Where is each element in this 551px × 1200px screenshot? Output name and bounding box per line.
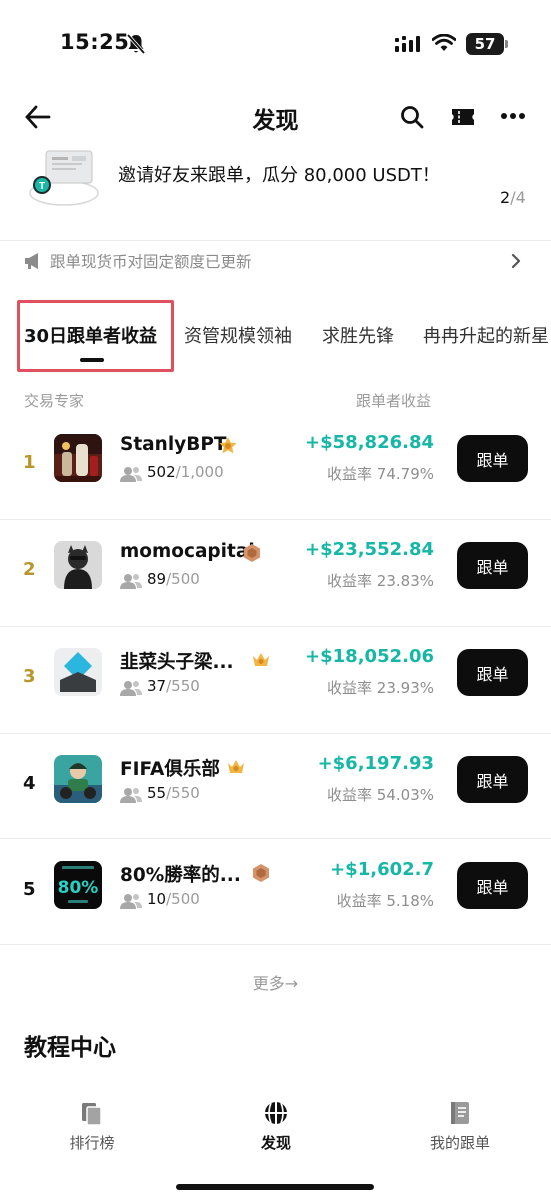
gold-star-badge-icon [219,437,237,454]
battery-nub [505,40,508,48]
home-indicator [176,1184,374,1190]
bell-off-icon [126,33,146,55]
gold-crown-badge-icon [253,653,269,666]
search-icon[interactable] [400,105,424,129]
rank-number: 5 [23,879,36,900]
nav-label: 发现 [260,1134,291,1152]
chevron-right-icon [511,253,521,269]
trader-name: momocapital [120,541,255,562]
banner-pagination: 2/4 [500,188,526,207]
copy-trade-button[interactable]: 跟单 [457,649,528,696]
leader-row[interactable]: 5 80% 80%勝率的... 10/500 +$1,602.7 收益率 5.1… [0,841,551,947]
follower-profit: +$18,052.06 [305,646,434,667]
avatar [54,434,102,482]
follower-count: 89/500 [147,570,200,588]
followers-icon [120,467,142,482]
nav-item-my-copy-trades[interactable]: 我的跟单 [400,1090,520,1153]
trader-name: 80%勝率的... [120,865,241,886]
return-rate: 收益率 23.93% [327,679,434,697]
copy-trade-button[interactable]: 跟单 [457,862,528,909]
followers-icon [120,788,142,803]
banner-illustration: T [29,150,99,206]
column-trader: 交易专家 [24,392,85,410]
avatar: 80% [54,861,102,909]
status-time: 15:25 [60,30,130,54]
svg-text:T: T [39,181,45,192]
avatar [54,541,102,589]
divider [0,519,551,520]
more-options-icon[interactable] [500,110,526,122]
more-link[interactable]: 更多→ [0,970,551,994]
divider [0,944,551,945]
nav-header: 发现 [0,96,551,142]
tab-aum-leaders[interactable]: 资管规模领袖 [184,322,292,348]
trader-name: FIFA俱乐部 [120,759,220,780]
divider [0,838,551,839]
bottom-nav: 排行榜 发现 我的跟单 [0,1090,551,1170]
ranking-tabs: 30日跟单者收益 资管规模领袖 求胜先锋 冉冉升起的新星 [0,300,551,372]
avatar-label: 80% [58,878,99,898]
nav-label: 我的跟单 [429,1134,490,1152]
trader-name: StanlyBPT [120,434,227,455]
tutorial-center-title: 教程中心 [24,1035,116,1061]
copy-trade-button[interactable]: 跟单 [457,435,528,482]
avatar [54,648,102,696]
rank-number: 3 [23,666,36,687]
wifi-icon [432,34,456,51]
follower-profit: +$58,826.84 [305,432,434,453]
nav-item-ranking[interactable]: 排行榜 [32,1090,152,1153]
bronze-badge-icon [244,544,260,562]
follower-count: 502/1,000 [147,463,224,481]
return-rate: 收益率 74.79% [327,465,434,483]
discover-icon [265,1102,287,1124]
my-copy-icon [451,1102,469,1124]
followers-icon [120,894,142,909]
divider [0,240,551,241]
active-tab-indicator [80,358,104,362]
leaderboard-column-header: 交易专家 跟单者收益 [0,390,551,412]
return-rate: 收益率 54.03% [327,786,434,804]
invite-banner[interactable]: T 邀请好友来跟单，瓜分 80,000 USDT！ 2/4 [0,145,551,215]
coupon-ticket-icon[interactable] [450,107,476,127]
cellular-signal-icon [395,36,420,52]
avatar [54,755,102,803]
column-follower-profit: 跟单者收益 [356,392,432,410]
copy-trade-button[interactable]: 跟单 [457,542,528,589]
banner-text: 邀请好友来跟单，瓜分 80,000 USDT！ [118,165,440,186]
battery-indicator: 57 [466,33,504,55]
return-rate: 收益率 5.18% [336,892,434,910]
follower-profit: +$23,552.84 [305,539,434,560]
leader-row[interactable]: 1 StanlyBPT 502/1,000 +$58,826.84 收益率 74… [0,414,551,520]
announcement-text: 跟单现货币对固定额度已更新 [50,253,252,271]
rank-number: 1 [23,452,36,473]
nav-label: 排行榜 [69,1134,115,1152]
leader-row[interactable]: 3 韭菜头子梁... 37/550 +$18,052.06 收益率 23.93%… [0,628,551,734]
follower-count: 55/550 [147,784,200,802]
tab-30d-follower-profit[interactable]: 30日跟单者收益 [24,322,157,348]
follower-profit: +$1,602.7 [330,859,434,880]
followers-icon [120,574,142,589]
return-rate: 收益率 23.83% [327,572,434,590]
copy-trade-button[interactable]: 跟单 [457,756,528,803]
tab-rising-stars[interactable]: 冉冉升起的新星 [423,322,549,348]
nav-item-discover[interactable]: 发现 [216,1090,336,1153]
followers-icon [120,681,142,696]
tab-win-pioneers[interactable]: 求胜先锋 [322,322,394,348]
bronze-badge-icon [253,864,269,882]
rank-number: 4 [23,773,36,794]
announcement-bar[interactable]: 跟单现货币对固定额度已更新 [0,248,551,276]
follower-profit: +$6,197.93 [317,753,434,774]
follower-count: 10/500 [147,890,200,908]
trader-name: 韭菜头子梁... [120,652,234,673]
status-bar: 15:25 57 [0,0,551,90]
divider [0,626,551,627]
megaphone-icon [25,253,38,269]
leader-row[interactable]: 4 FIFA俱乐部 55/550 +$6,197.93 收益率 54.03% 跟… [0,735,551,841]
gold-crown-badge-icon [228,760,244,773]
rank-number: 2 [23,559,36,580]
follower-count: 37/550 [147,677,200,695]
divider [0,733,551,734]
leader-row[interactable]: 2 momocapital 89/500 +$23,552.84 收益率 23.… [0,521,551,627]
ranking-icon [82,1103,102,1126]
